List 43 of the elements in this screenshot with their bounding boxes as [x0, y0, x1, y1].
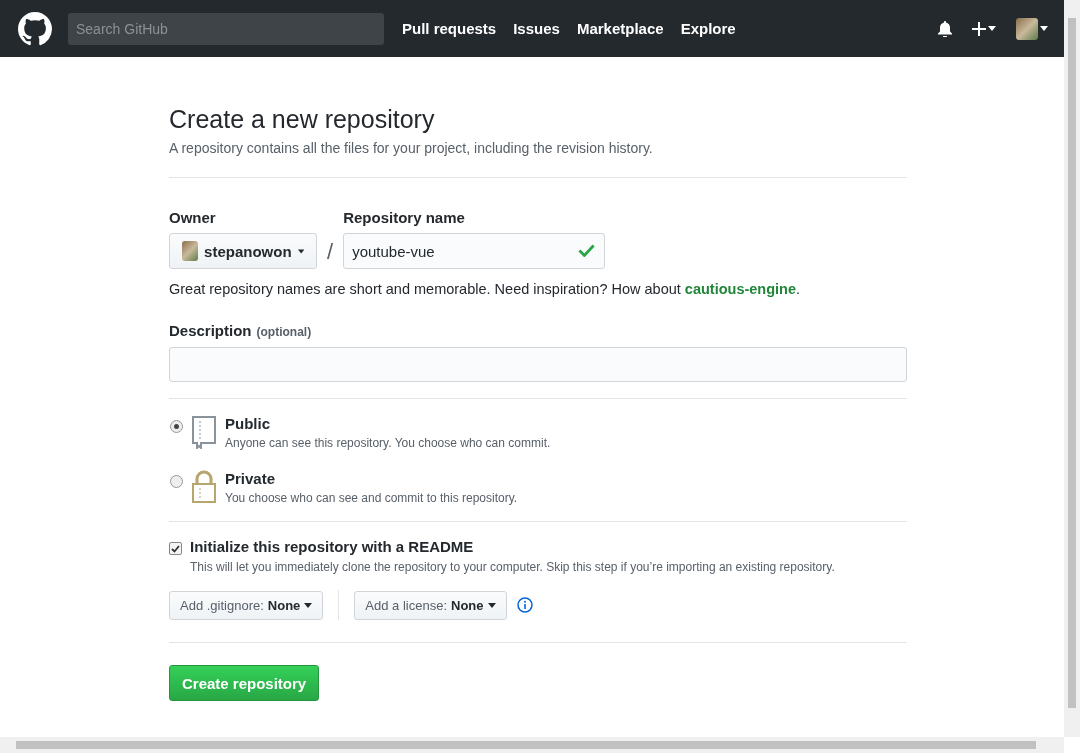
owner-label: Owner — [169, 209, 217, 226]
nav-link[interactable]: Issues — [513, 20, 560, 37]
octocat-logo[interactable] — [18, 11, 52, 46]
bell-icon[interactable] — [938, 20, 952, 37]
checkbox[interactable] — [169, 542, 182, 555]
select-dropdown[interactable]: Add a license: None — [354, 590, 507, 620]
visibility-description: Anyone can see this repository. You choose who can commit. — [225, 436, 551, 450]
profile-menu-button[interactable] — [1016, 17, 1048, 40]
radio-button[interactable] — [170, 420, 183, 433]
visibility-title: Public — [225, 415, 271, 432]
readme-label: Initialize this repository with a README — [190, 538, 475, 555]
vertical-scrollbar[interactable] — [1064, 0, 1080, 737]
slash-separator: / — [327, 239, 334, 266]
info-icon[interactable] — [516, 597, 533, 613]
repository-name-label: Repository name — [343, 209, 466, 226]
suggestion-link[interactable]: cautious-engine — [684, 281, 796, 297]
new-menu-button[interactable] — [972, 21, 996, 36]
readme-description: This will let you immediately clone the repository to your computer. Skip this step if you’re importing an existing repository. — [190, 560, 835, 574]
radio-button[interactable] — [170, 475, 183, 488]
horizontal-scrollbar[interactable] — [0, 737, 1064, 753]
description-label: Description — [169, 322, 252, 339]
caret-icon — [487, 602, 496, 608]
nav-link[interactable]: Pull requests — [402, 20, 497, 37]
select-dropdown[interactable]: Add .gitignore: None — [169, 590, 324, 620]
caret-icon — [297, 248, 304, 254]
owner-dropdown[interactable]: stepanowon — [169, 233, 317, 269]
page-subtitle: A repository contains all the files for your project, including the revision history. — [169, 140, 654, 156]
repository-name-field[interactable]: youtube-vue — [343, 233, 606, 269]
name-hint: Great repository names are short and memorable. Need inspiration? How about cautious-engine. — [169, 281, 802, 297]
caret-icon — [304, 602, 313, 608]
page-title: Create a new repository — [169, 105, 436, 134]
caret-icon — [1040, 26, 1048, 31]
optional-note: (optional) — [256, 325, 312, 339]
avatar-icon — [182, 241, 199, 261]
search-field[interactable]: Search GitHub — [68, 12, 384, 45]
description-field[interactable] — [169, 347, 907, 382]
nav-link[interactable]: Explore — [680, 20, 736, 37]
caret-icon — [988, 26, 996, 31]
padlock-icon — [191, 470, 217, 504]
visibility-description: You choose who can see and commit to this repository. — [225, 491, 518, 505]
visibility-title: Private — [225, 470, 277, 487]
book-icon — [191, 415, 217, 449]
nav-link[interactable]: Marketplace — [576, 20, 664, 37]
